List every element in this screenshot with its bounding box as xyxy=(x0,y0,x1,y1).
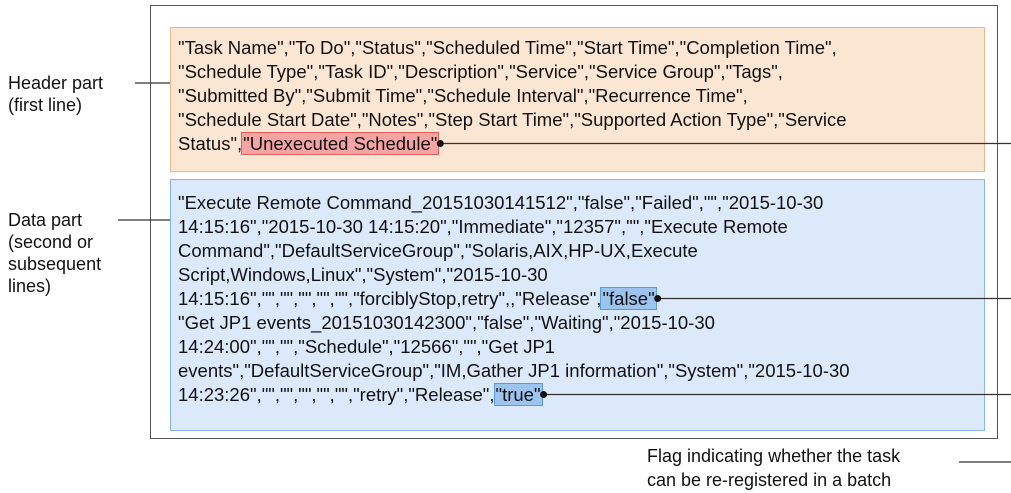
unexecuted-schedule-dot xyxy=(436,140,444,147)
leader-lines xyxy=(118,82,1011,463)
true-flag-dot xyxy=(540,391,548,398)
false-flag-dot xyxy=(654,295,662,302)
